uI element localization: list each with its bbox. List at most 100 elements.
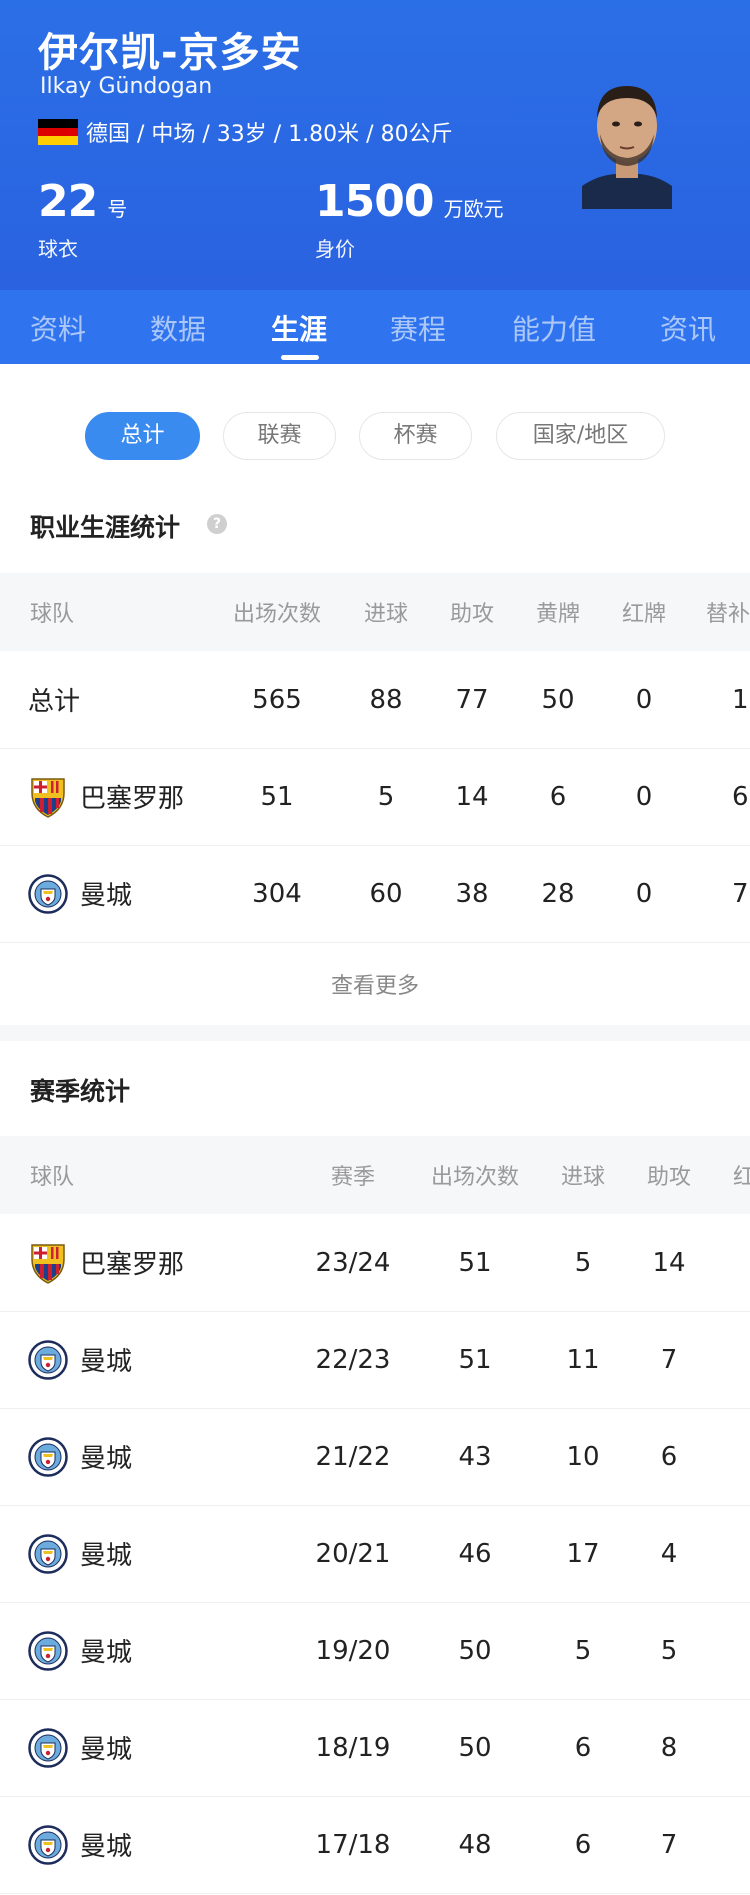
season-value: 21/22 (315, 1441, 391, 1472)
apps-value: 48 (458, 1829, 492, 1860)
season-value: 20/21 (315, 1538, 391, 1569)
season-row[interactable]: 曼城 19/20 50 5 5 (0, 1602, 750, 1700)
season-row[interactable]: 曼城 20/21 46 17 4 (0, 1505, 750, 1603)
season-value: 23/24 (315, 1247, 391, 1278)
sub-value: 7 (732, 878, 749, 909)
apps-value: 565 (252, 684, 302, 715)
team-cell: 总计 (28, 651, 80, 748)
team-name: 曼城 (80, 1444, 133, 1474)
player-avatar (582, 74, 672, 209)
red-value: 0 (635, 781, 653, 812)
apps-value: 46 (458, 1538, 492, 1569)
team-cell: 曼城 (28, 845, 132, 942)
tab-data[interactable]: 数据 (150, 308, 206, 348)
apps-value: 51 (260, 781, 294, 812)
section-separator (0, 1025, 750, 1041)
col-team: 球队 (30, 1165, 75, 1190)
germany-flag-icon (38, 119, 78, 146)
goals-value: 10 (566, 1441, 600, 1472)
season-value: 17/18 (315, 1829, 391, 1860)
season-row[interactable]: 曼城 22/23 51 11 7 (0, 1311, 750, 1409)
goals-value: 5 (377, 781, 395, 812)
yellow-value: 50 (541, 684, 575, 715)
red-value: 0 (635, 684, 653, 715)
col-goals: 进球 (560, 1165, 605, 1190)
question-icon[interactable]: ? (207, 514, 227, 534)
goals-value: 11 (566, 1344, 600, 1375)
barcelona-logo-icon (28, 1241, 68, 1285)
yellow-value: 6 (549, 781, 567, 812)
assists-value: 7 (660, 1344, 678, 1375)
career-row[interactable]: 曼城 304 60 38 28 0 7 (0, 845, 750, 943)
barcelona-logo-icon (28, 775, 68, 819)
filter-total[interactable]: 总计 (85, 412, 200, 460)
assists-value: 14 (455, 781, 489, 812)
assists-value: 6 (660, 1441, 678, 1472)
market-value-unit: 万欧元 (443, 197, 504, 221)
team-cell: 曼城 (28, 1408, 132, 1505)
apps-value: 50 (458, 1635, 492, 1666)
career-title: 职业生涯统计 (30, 513, 181, 542)
season-table-header: 球队 赛季 出场次数 进球 助攻 红 (0, 1136, 750, 1214)
mancity-logo-icon (28, 1436, 68, 1477)
tab-ability[interactable]: 能力值 (512, 308, 596, 348)
goals-value: 6 (574, 1732, 592, 1763)
market-value-label: 身价 (315, 237, 355, 261)
season-row[interactable]: 巴塞罗那 23/24 51 5 14 (0, 1214, 750, 1312)
tab-profile[interactable]: 资料 (30, 308, 86, 348)
mancity-logo-icon (28, 1339, 68, 1380)
active-tab-indicator (281, 355, 319, 360)
season-row[interactable]: 曼城 17/18 48 6 7 (0, 1796, 750, 1894)
apps-value: 304 (252, 878, 302, 909)
col-assists: 助攻 (646, 1165, 691, 1190)
shirt-number: 22 号 球衣 (38, 176, 127, 262)
team-name: 曼城 (80, 1347, 133, 1377)
player-name-en: Ilkay Gündogan (40, 74, 213, 99)
team-cell: 曼城 (28, 1796, 132, 1893)
team-cell: 巴塞罗那 (28, 1214, 184, 1311)
assists-value: 7 (660, 1829, 678, 1860)
tab-schedule[interactable]: 赛程 (390, 308, 446, 348)
season-value: 19/20 (315, 1635, 391, 1666)
yellow-value: 28 (541, 878, 575, 909)
apps-value: 51 (458, 1344, 492, 1375)
view-more-link[interactable]: 查看更多 (0, 968, 750, 1000)
filter-league[interactable]: 联赛 (223, 412, 336, 460)
assists-value: 8 (660, 1732, 678, 1763)
mancity-logo-icon (28, 1824, 68, 1865)
career-row[interactable]: 巴塞罗那 51 5 14 6 0 6 (0, 748, 750, 846)
player-meta-text: 德国 / 中场 / 33岁 / 1.80米 / 80公斤 (86, 122, 453, 147)
shirt-number-label: 球衣 (38, 237, 78, 261)
team-name: 曼城 (80, 1541, 133, 1571)
player-name-cn: 伊尔凯-京多安 (38, 30, 302, 76)
tab-bar: 资料 数据 生涯 赛程 能力值 资讯 (0, 290, 750, 364)
col-assists: 助攻 (449, 602, 494, 627)
season-value: 18/19 (315, 1732, 391, 1763)
col-team: 球队 (30, 602, 75, 627)
team-cell: 曼城 (28, 1699, 132, 1796)
season-row[interactable]: 曼城 21/22 43 10 6 (0, 1408, 750, 1506)
col-apps: 出场次数 (430, 1165, 519, 1190)
tab-career[interactable]: 生涯 (271, 308, 327, 348)
tab-news[interactable]: 资讯 (660, 308, 716, 348)
mancity-logo-icon (28, 1630, 68, 1671)
goals-value: 6 (574, 1829, 592, 1860)
team-name: 曼城 (80, 1832, 133, 1862)
career-row[interactable]: 总计 565 88 77 50 0 10 (0, 651, 750, 749)
apps-value: 43 (458, 1441, 492, 1472)
season-value: 22/23 (315, 1344, 391, 1375)
col-red: 红 (733, 1165, 750, 1190)
sub-value: 6 (732, 781, 749, 812)
col-yellow: 黄牌 (535, 602, 580, 627)
team-name: 曼城 (80, 1735, 133, 1765)
season-title: 赛季统计 (30, 1077, 131, 1106)
filter-national[interactable]: 国家/地区 (496, 412, 665, 460)
shirt-number-unit: 号 (107, 197, 128, 221)
team-name: 总计 (28, 687, 81, 717)
assists-value: 4 (660, 1538, 678, 1569)
filter-cup[interactable]: 杯赛 (359, 412, 472, 460)
col-goals: 进球 (363, 602, 408, 627)
col-season: 赛季 (330, 1165, 375, 1190)
goals-value: 5 (574, 1247, 592, 1278)
season-row[interactable]: 曼城 18/19 50 6 8 (0, 1699, 750, 1797)
